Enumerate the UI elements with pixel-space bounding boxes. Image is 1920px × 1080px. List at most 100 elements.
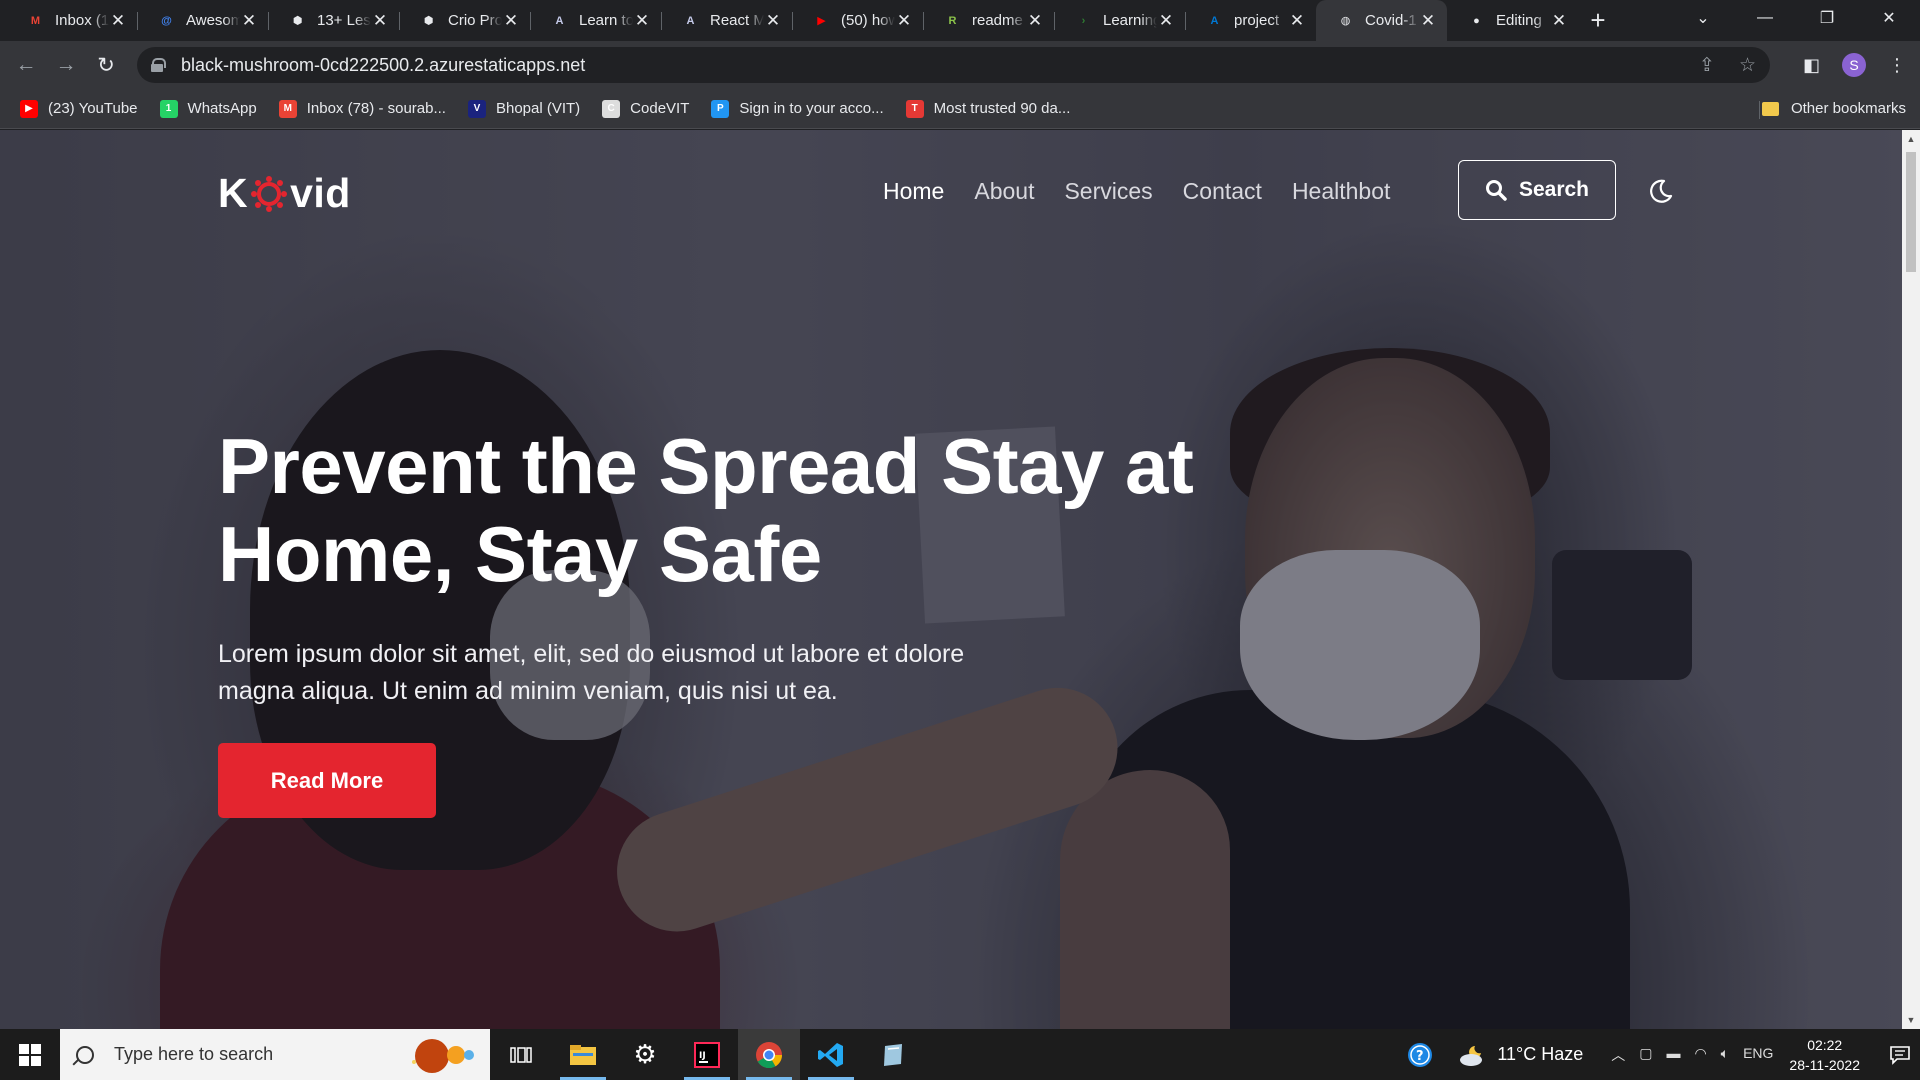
bookmark-item[interactable]: 1 WhatsApp <box>159 99 257 118</box>
tab-title: Awesome <box>186 12 240 29</box>
browser-tab[interactable]: ⬢ 13+ Les ✕ <box>268 0 399 41</box>
browser-tab[interactable]: Aproject ✕ <box>1185 0 1316 41</box>
close-tab-icon[interactable]: ✕ <box>109 11 127 31</box>
scroll-down-arrow-icon[interactable]: ▼ <box>1902 1015 1920 1025</box>
gmail-icon: M <box>30 14 41 27</box>
reload-button[interactable]: ↻ <box>86 53 126 78</box>
forward-button[interactable]: → <box>46 53 86 77</box>
close-tab-icon[interactable]: ✕ <box>371 11 389 31</box>
close-tab-icon[interactable]: ✕ <box>502 11 520 31</box>
task-view-icon[interactable] <box>490 1029 552 1080</box>
site-logo[interactable]: K vid <box>218 170 351 217</box>
search-icon <box>76 1045 94 1064</box>
browser-tab[interactable]: ▶ (50) how ✕ <box>792 0 923 41</box>
minimize-button[interactable]: — <box>1734 9 1796 27</box>
browser-tab[interactable]: ◍ Covid-1 ✕ <box>1316 0 1447 41</box>
nav-home[interactable]: Home <box>883 178 944 205</box>
bookmark-item[interactable]: M Inbox (78) - sourab... <box>278 99 446 118</box>
weather-text: 11°C Haze <box>1497 1044 1584 1064</box>
tab-search-icon[interactable]: ⌄ <box>1672 8 1734 28</box>
nav-healthbot[interactable]: Healthbot <box>1292 178 1390 205</box>
browser-tab[interactable]: A React M ✕ <box>661 0 792 41</box>
bookmark-item[interactable]: T Most trusted 90 da... <box>905 99 1071 118</box>
read-more-button[interactable]: Read More <box>218 743 436 818</box>
nav-contact[interactable]: Contact <box>1183 178 1262 205</box>
search-highlight-planets-icon <box>412 1039 474 1073</box>
side-panel-icon[interactable]: ◧ <box>1803 55 1820 76</box>
dark-mode-moon-icon[interactable] <box>1648 178 1674 204</box>
intellij-icon[interactable]: IJ <box>676 1029 738 1080</box>
tab-title: React M <box>710 12 764 29</box>
chrome-icon[interactable] <box>738 1029 800 1080</box>
browser-tab[interactable]: ● Editing ✕ <box>1447 0 1578 41</box>
youtube-icon: ▶ <box>20 99 38 118</box>
scroll-up-arrow-icon[interactable]: ▲ <box>1902 134 1920 144</box>
browser-tab[interactable]: A Learn to ✕ <box>530 0 661 41</box>
close-tab-icon[interactable]: ✕ <box>1550 11 1568 31</box>
window-controls: ⌄ — ❐ ✕ <box>1672 0 1920 36</box>
vit-icon: V <box>467 99 486 118</box>
bookmark-item[interactable]: V Bhopal (VIT) <box>467 99 581 118</box>
notes-app-icon[interactable] <box>862 1029 924 1080</box>
close-tab-icon[interactable]: ✕ <box>1157 11 1175 31</box>
close-tab-icon[interactable]: ✕ <box>633 11 651 31</box>
address-bar[interactable]: black-mushroom-0cd222500.2.azurestaticap… <box>137 47 1770 83</box>
browser-tab[interactable]: @ Awesome✕ <box>137 0 268 41</box>
close-tab-icon[interactable]: ✕ <box>764 11 782 31</box>
lock-icon[interactable] <box>151 58 166 72</box>
other-bookmarks[interactable]: Other bookmarks <box>1761 100 1906 117</box>
close-tab-icon[interactable]: ✕ <box>1288 11 1306 31</box>
nav-about[interactable]: About <box>974 178 1034 205</box>
bookmark-label: Most trusted 90 da... <box>933 100 1071 117</box>
file-explorer-icon[interactable] <box>552 1029 614 1080</box>
vscode-icon[interactable] <box>800 1029 862 1080</box>
language-indicator[interactable]: ENG <box>1743 1045 1773 1065</box>
close-tab-icon[interactable]: ✕ <box>1419 11 1437 31</box>
clock[interactable]: 02:22 28-11-2022 <box>1789 1035 1860 1075</box>
start-button[interactable] <box>0 1029 60 1080</box>
bookmark-star-icon[interactable]: ☆ <box>1739 54 1756 77</box>
nav-services[interactable]: Services <box>1064 178 1152 205</box>
bookmark-item[interactable]: ▶ (23) YouTube <box>20 99 138 118</box>
close-tab-icon[interactable]: ✕ <box>240 11 258 31</box>
settings-gear-icon[interactable]: ⚙ <box>614 1029 676 1080</box>
bookmark-item[interactable]: C CodeVIT <box>602 99 690 118</box>
whatsapp-icon: 1 <box>159 99 178 118</box>
hero-description: Lorem ipsum dolor sit amet, elit, sed do… <box>218 640 965 705</box>
close-window-button[interactable]: ✕ <box>1858 8 1920 28</box>
bookmark-label: Inbox (78) - sourab... <box>306 100 446 117</box>
folder-icon <box>1761 101 1779 116</box>
close-tab-icon[interactable]: ✕ <box>895 11 913 31</box>
profile-avatar[interactable]: S <box>1842 53 1866 77</box>
restore-button[interactable]: ❐ <box>1796 8 1858 28</box>
wifi-icon[interactable]: ◠ <box>1694 1045 1706 1065</box>
chevron-up-icon[interactable]: ︿ <box>1611 1045 1625 1065</box>
notifications-icon[interactable] <box>1880 1029 1920 1080</box>
tab-title: Covid-1 <box>1365 12 1417 29</box>
menu-kebab-icon[interactable]: ⋮ <box>1888 55 1906 76</box>
share-icon[interactable]: ⇪ <box>1699 54 1715 77</box>
bookmark-label: CodeVIT <box>630 100 690 117</box>
search-button[interactable]: Search <box>1458 160 1616 220</box>
taskbar-search-box[interactable]: Type here to search <box>60 1029 490 1080</box>
scroll-thumb[interactable] <box>1906 152 1916 272</box>
close-tab-icon[interactable]: ✕ <box>1026 11 1044 31</box>
search-button-label: Search <box>1518 178 1590 201</box>
weather-widget[interactable]: 11°C Haze <box>1457 1043 1583 1067</box>
browser-tab[interactable]: › Learning ✕ <box>1054 0 1185 41</box>
new-tab-button[interactable]: + <box>1578 0 1618 41</box>
page-scrollbar[interactable]: ▲ ▼ <box>1902 130 1920 1029</box>
help-icon[interactable]: ? <box>1407 1042 1433 1068</box>
bookmark-label: Bhopal (VIT) <box>495 100 581 117</box>
browser-tab[interactable]: ⬢ Crio Pro ✕ <box>399 0 530 41</box>
volume-icon[interactable]: 🔈︎ <box>1721 1045 1729 1065</box>
back-button[interactable]: ← <box>6 53 46 77</box>
meet-now-icon[interactable]: ▢ <box>1639 1045 1652 1065</box>
readme-icon: R <box>948 14 957 27</box>
browser-tab[interactable]: Rreadme ✕ <box>923 0 1054 41</box>
browser-tab[interactable]: M Inbox (1 ✕ <box>6 0 137 41</box>
bookmark-label: WhatsApp <box>187 100 257 117</box>
battery-icon[interactable]: ▬ <box>1666 1045 1680 1065</box>
tab-title: readme <box>972 12 1023 29</box>
bookmark-item[interactable]: P Sign in to your acco... <box>711 99 884 118</box>
